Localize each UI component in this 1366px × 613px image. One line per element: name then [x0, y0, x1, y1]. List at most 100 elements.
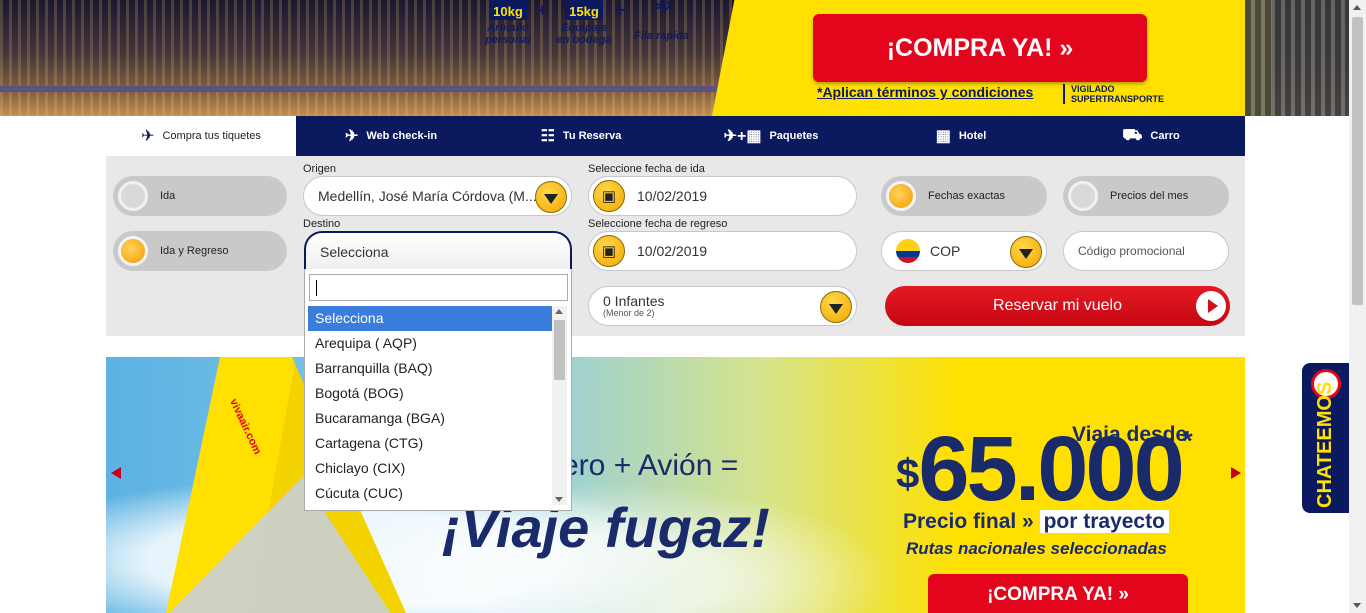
- promo-price: $65.000*: [896, 417, 1193, 522]
- play-arrow-icon: [1196, 291, 1226, 321]
- radio-label: Ida: [160, 190, 176, 202]
- infants-hint: (Menor de 2): [603, 308, 655, 318]
- radio-label: Precios del mes: [1110, 190, 1189, 202]
- tab-your-reservation[interactable]: ☷ Tu Reserva: [486, 116, 676, 156]
- tab-buy-tickets[interactable]: ✈ Compra tus tiquetes: [106, 116, 296, 156]
- tab-label: Web check-in: [366, 130, 438, 142]
- destination-value: Selecciona: [320, 244, 389, 260]
- depart-date-value: 10/02/2019: [637, 188, 708, 204]
- currency-symbol: $: [896, 450, 919, 497]
- currency-select[interactable]: COP: [881, 231, 1047, 271]
- perk-label: Equipaje en bodega: [556, 22, 612, 46]
- final-label: Precio final »: [903, 510, 1034, 533]
- depart-date-field[interactable]: ▣ 10/02/2019: [588, 176, 857, 216]
- booking-tabs: ✈ Compra tus tiquetes ✈ Web check-in ☷ T…: [106, 116, 1245, 156]
- chat-widget[interactable]: CHATEEMOS: [1302, 363, 1349, 513]
- destination-label: Destino: [303, 218, 341, 230]
- destination-option[interactable]: Arequipa ( AQP): [308, 331, 553, 356]
- perk-label: Fila rápida: [634, 30, 690, 42]
- plane-hotel-icon: ✈+▦: [723, 128, 762, 145]
- promo-code-field[interactable]: Código promocional: [1063, 231, 1229, 271]
- radio-off: [1068, 181, 1098, 211]
- promo-banner[interactable]: vivaair.com ero + Avión = ¡Viaje fugaz! …: [106, 357, 1245, 613]
- scroll-down-icon[interactable]: [1353, 603, 1361, 608]
- colombia-flag-icon: [896, 239, 920, 263]
- destination-option[interactable]: Selecciona: [308, 306, 553, 331]
- perk-label: Artículo personal: [485, 22, 531, 46]
- text-caret: [316, 280, 317, 296]
- plus-sign: +: [537, 0, 548, 20]
- tab-label: Hotel: [958, 130, 987, 142]
- trip-type-round-trip[interactable]: Ida y Regreso: [113, 231, 287, 271]
- destination-option[interactable]: Cúcuta (CUC): [308, 481, 553, 506]
- runner-icon: ➾: [652, 0, 671, 18]
- scroll-thumb[interactable]: [554, 320, 565, 380]
- scroll-down-icon[interactable]: [555, 497, 563, 502]
- date-mode-exact[interactable]: Fechas exactas: [881, 176, 1047, 216]
- depart-date-label: Seleccione fecha de ida: [588, 163, 705, 175]
- reservation-icon: ☷: [540, 128, 555, 145]
- perk-checked-bag: 15kg Equipaje en bodega: [554, 0, 614, 46]
- dropdown-scrollbar[interactable]: [552, 306, 567, 505]
- promo-final-price: Precio final » por trayecto: [903, 510, 1169, 534]
- scroll-thumb[interactable]: [1352, 17, 1363, 305]
- page-scrollbar[interactable]: [1349, 0, 1366, 613]
- reserve-flight-button[interactable]: Reservar mi vuelo: [885, 286, 1230, 326]
- promo-code-placeholder: Código promocional: [1078, 244, 1185, 258]
- hero-banner: 10kg Artículo personal + 15kg Equipaje e…: [0, 0, 1366, 116]
- calendar-icon[interactable]: ▣: [593, 235, 625, 267]
- destination-option[interactable]: Barranquilla (BAQ): [308, 356, 553, 381]
- plane-sun-icon: ✈: [141, 128, 155, 145]
- chevron-down-icon[interactable]: [1010, 236, 1042, 268]
- origin-value: Medellín, José María Córdova (M...: [318, 188, 537, 204]
- tab-hotel[interactable]: ▦ Hotel: [866, 116, 1056, 156]
- tab-label: Paquetes: [769, 130, 819, 142]
- radio-label: Fechas exactas: [928, 190, 1006, 202]
- tab-packages[interactable]: ✈+▦ Paquetes: [676, 116, 866, 156]
- price-value: 65.000: [918, 418, 1184, 520]
- final-highlight: por trayecto: [1039, 510, 1169, 533]
- destination-option[interactable]: Chiclayo (CIX): [308, 456, 553, 481]
- terms-link[interactable]: *Aplican términos y condiciones: [817, 84, 1033, 100]
- radio-on: [118, 236, 148, 266]
- scroll-up-icon[interactable]: [1353, 5, 1361, 10]
- vigilado-logo: VIGILADO SUPERTRANSPORTE: [1063, 84, 1164, 104]
- perk-personal-item: 10kg Artículo personal: [483, 0, 533, 46]
- destination-option[interactable]: Cartagena (CTG): [308, 431, 553, 456]
- promo-slogan-line1: ero + Avión =: [562, 449, 739, 482]
- infants-value: 0 Infantes: [603, 293, 665, 309]
- infants-select[interactable]: 0 Infantes (Menor de 2): [588, 286, 857, 326]
- perk-badge: 10kg: [489, 0, 527, 20]
- city-skyline-right: [1245, 0, 1366, 116]
- return-date-value: 10/02/2019: [637, 243, 708, 259]
- destination-select[interactable]: Selecciona: [304, 231, 572, 271]
- tab-web-checkin[interactable]: ✈ Web check-in: [296, 116, 486, 156]
- date-mode-month-prices[interactable]: Precios del mes: [1063, 176, 1229, 216]
- destination-search-input[interactable]: [309, 274, 568, 301]
- tab-car[interactable]: ⛟ Carro: [1056, 116, 1246, 156]
- scroll-up-icon[interactable]: [555, 309, 563, 314]
- chat-label: CHATEEMOS: [1314, 381, 1336, 508]
- destination-option[interactable]: Bogotá (BOG): [308, 381, 553, 406]
- radio-off: [118, 181, 148, 211]
- return-date-label: Seleccione fecha de regreso: [588, 218, 728, 230]
- origin-select[interactable]: Medellín, José María Córdova (M...: [303, 176, 572, 216]
- calendar-icon[interactable]: ▣: [593, 180, 625, 212]
- price-asterisk: *: [1181, 425, 1193, 456]
- promo-routes: Rutas nacionales seleccionadas: [906, 539, 1167, 558]
- chevron-down-icon[interactable]: [535, 181, 567, 213]
- plus-sign: +: [615, 0, 626, 20]
- promo-buy-button[interactable]: ¡COMPRA YA! »: [928, 574, 1188, 613]
- plane-checkin-icon: ✈: [344, 128, 359, 145]
- trip-type-one-way[interactable]: Ida: [113, 176, 287, 216]
- carousel-next-icon[interactable]: [1231, 467, 1241, 479]
- destination-dropdown: Selecciona Arequipa ( AQP) Barranquilla …: [304, 269, 572, 511]
- destination-options: Selecciona Arequipa ( AQP) Barranquilla …: [308, 306, 553, 506]
- bridge-graphic: [0, 86, 730, 92]
- origin-label: Origen: [303, 163, 337, 175]
- return-date-field[interactable]: ▣ 10/02/2019: [588, 231, 857, 271]
- buy-now-button[interactable]: ¡COMPRA YA! »: [813, 14, 1147, 82]
- destination-option[interactable]: Bucaramanga (BGA): [308, 406, 553, 431]
- chevron-down-icon[interactable]: [820, 291, 852, 323]
- carousel-prev-icon[interactable]: [111, 467, 121, 479]
